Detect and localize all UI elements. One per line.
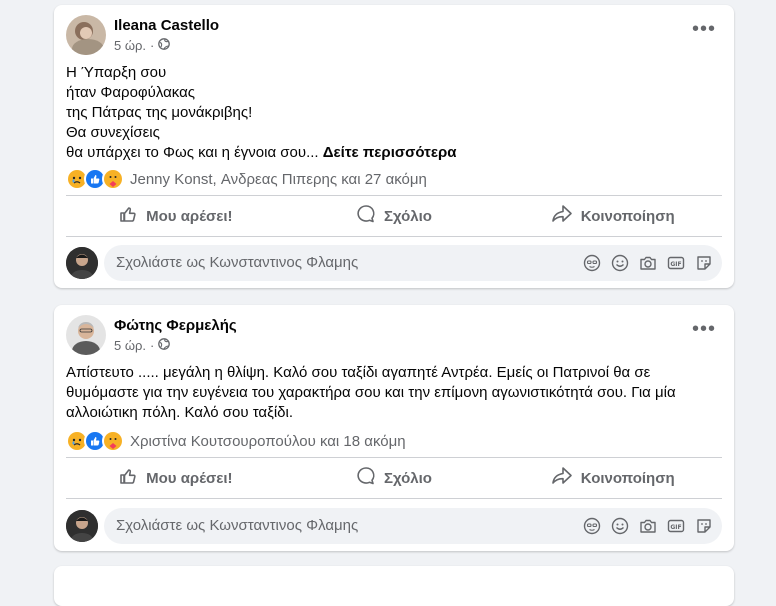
reaction-icons	[66, 430, 124, 452]
comment-label: Σχόλιο	[384, 207, 432, 225]
like-button[interactable]: Μου αρέσει!	[66, 458, 285, 498]
comment-button[interactable]: Σχόλιο	[285, 196, 504, 236]
post-text-line: Η Ύπαρξη σου	[66, 64, 167, 81]
action-bar: Μου αρέσει! Σχόλιο Κοινοποίηση	[66, 195, 722, 237]
more-options-icon[interactable]: •••	[692, 319, 716, 339]
post-meta: 5 ώρ. ·	[114, 338, 171, 353]
sticker-icon[interactable]	[694, 516, 714, 536]
meta-separator: ·	[150, 338, 155, 353]
meta-separator: ·	[150, 38, 155, 53]
comment-placeholder: Σχολιάστε ως Κωνσταντινος Φλαμης	[116, 254, 359, 271]
action-bar: Μου αρέσει! Σχόλιο Κοινοποίηση	[66, 457, 722, 499]
share-button[interactable]: Κοινοποίηση	[503, 458, 722, 498]
see-more-link[interactable]: Δείτε περισσότερα	[323, 144, 457, 161]
avatar-sticker-icon[interactable]	[582, 253, 602, 273]
share-arrow-icon	[551, 204, 573, 228]
share-label: Κοινοποίηση	[580, 207, 675, 225]
like-label: Μου αρέσει!	[146, 469, 233, 487]
post-card	[54, 566, 734, 606]
comment-tools: GIF	[582, 253, 714, 273]
gif-icon[interactable]: GIF	[666, 253, 686, 273]
post-header: Ileana Castello 5 ώρ. · •••	[66, 15, 722, 57]
post-header: Φώτης Φερμελής 5 ώρ. · •••	[66, 315, 722, 357]
like-button[interactable]: Μου αρέσει!	[66, 196, 285, 236]
emoji-icon[interactable]	[610, 253, 630, 273]
like-label: Μου αρέσει!	[146, 207, 233, 225]
post-text: Η Ύπαρξη σου ήταν Φαροφύλακας της Πάτρας…	[66, 63, 722, 163]
post-text: Απίστευτο ..... μεγάλη η θλίψη. Καλό σου…	[66, 363, 722, 423]
reaction-icons	[66, 168, 124, 190]
share-arrow-icon	[551, 466, 573, 490]
reactions-text[interactable]: Jenny Konst, Ανδρεας Πιπερης και 27 ακόμ…	[130, 171, 427, 188]
post-card: Ileana Castello 5 ώρ. · ••• Η Ύπαρξη σου…	[54, 5, 734, 288]
gif-icon[interactable]: GIF	[666, 516, 686, 536]
svg-text:GIF: GIF	[670, 261, 681, 268]
thumbs-up-icon	[118, 204, 138, 228]
post-time[interactable]: 5 ώρ.	[114, 338, 146, 353]
share-button[interactable]: Κοινοποίηση	[503, 196, 722, 236]
more-options-icon[interactable]: •••	[692, 19, 716, 39]
post-text-line: αλλοιώτικη πόλη. Καλό σου ταξίδι.	[66, 404, 293, 421]
reactions-summary[interactable]: Jenny Konst, Ανδρεας Πιπερης και 27 ακόμ…	[66, 168, 722, 190]
globe-icon[interactable]	[158, 38, 171, 53]
author-name[interactable]: Φώτης Φερμελής	[114, 317, 237, 334]
camera-icon[interactable]	[638, 253, 658, 273]
globe-icon[interactable]	[158, 338, 171, 353]
sticker-icon[interactable]	[694, 253, 714, 273]
comment-input[interactable]: Σχολιάστε ως Κωνσταντινος Φλαμης GIF	[104, 508, 722, 544]
author-avatar[interactable]	[66, 315, 106, 355]
author-avatar[interactable]	[66, 15, 106, 55]
comment-tools: GIF	[582, 516, 714, 536]
post-text-line: θυμόμαστε για την ευγένεια του χαρακτήρα…	[66, 384, 676, 401]
comment-composer: Σχολιάστε ως Κωνσταντινος Φλαμης GIF	[66, 508, 722, 544]
thumbs-up-icon	[118, 466, 138, 490]
reactions-summary[interactable]: Χριστίνα Κουτσουροπούλου και 18 ακόμη	[66, 430, 722, 452]
svg-text:GIF: GIF	[670, 524, 681, 531]
post-text-line: της Πάτρας της μονάκριβης!	[66, 104, 253, 121]
current-user-avatar[interactable]	[66, 247, 98, 279]
post-text-line: ήταν Φαροφύλακας	[66, 84, 196, 101]
post-text-line: Απίστευτο ..... μεγάλη η θλίψη. Καλό σου…	[66, 364, 651, 381]
comment-placeholder: Σχολιάστε ως Κωνσταντινος Φλαμης	[116, 517, 359, 534]
post-time[interactable]: 5 ώρ.	[114, 38, 146, 53]
post-text-line-content: θα υπάρχει το Φως και η έγνοια σου...	[66, 144, 319, 161]
current-user-avatar[interactable]	[66, 510, 98, 542]
reactions-text[interactable]: Χριστίνα Κουτσουροπούλου και 18 ακόμη	[130, 433, 406, 450]
post-meta: 5 ώρ. ·	[114, 38, 171, 53]
care-reaction-icon	[102, 168, 124, 190]
comment-button[interactable]: Σχόλιο	[285, 458, 504, 498]
camera-icon[interactable]	[638, 516, 658, 536]
emoji-icon[interactable]	[610, 516, 630, 536]
comment-input[interactable]: Σχολιάστε ως Κωνσταντινος Φλαμης GIF	[104, 245, 722, 281]
post-text-line: θα υπάρχει το Φως και η έγνοια σου... Δε…	[66, 143, 722, 163]
comment-label: Σχόλιο	[384, 469, 432, 487]
post-text-line: Θα συνεχίσεις	[66, 124, 160, 141]
speech-bubble-icon	[356, 204, 376, 228]
care-reaction-icon	[102, 430, 124, 452]
speech-bubble-icon	[356, 466, 376, 490]
author-name[interactable]: Ileana Castello	[114, 17, 219, 34]
avatar-sticker-icon[interactable]	[582, 516, 602, 536]
share-label: Κοινοποίηση	[580, 469, 675, 487]
post-card: Φώτης Φερμελής 5 ώρ. · ••• Απίστευτο ...…	[54, 305, 734, 551]
comment-composer: Σχολιάστε ως Κωνσταντινος Φλαμης GIF	[66, 245, 722, 281]
